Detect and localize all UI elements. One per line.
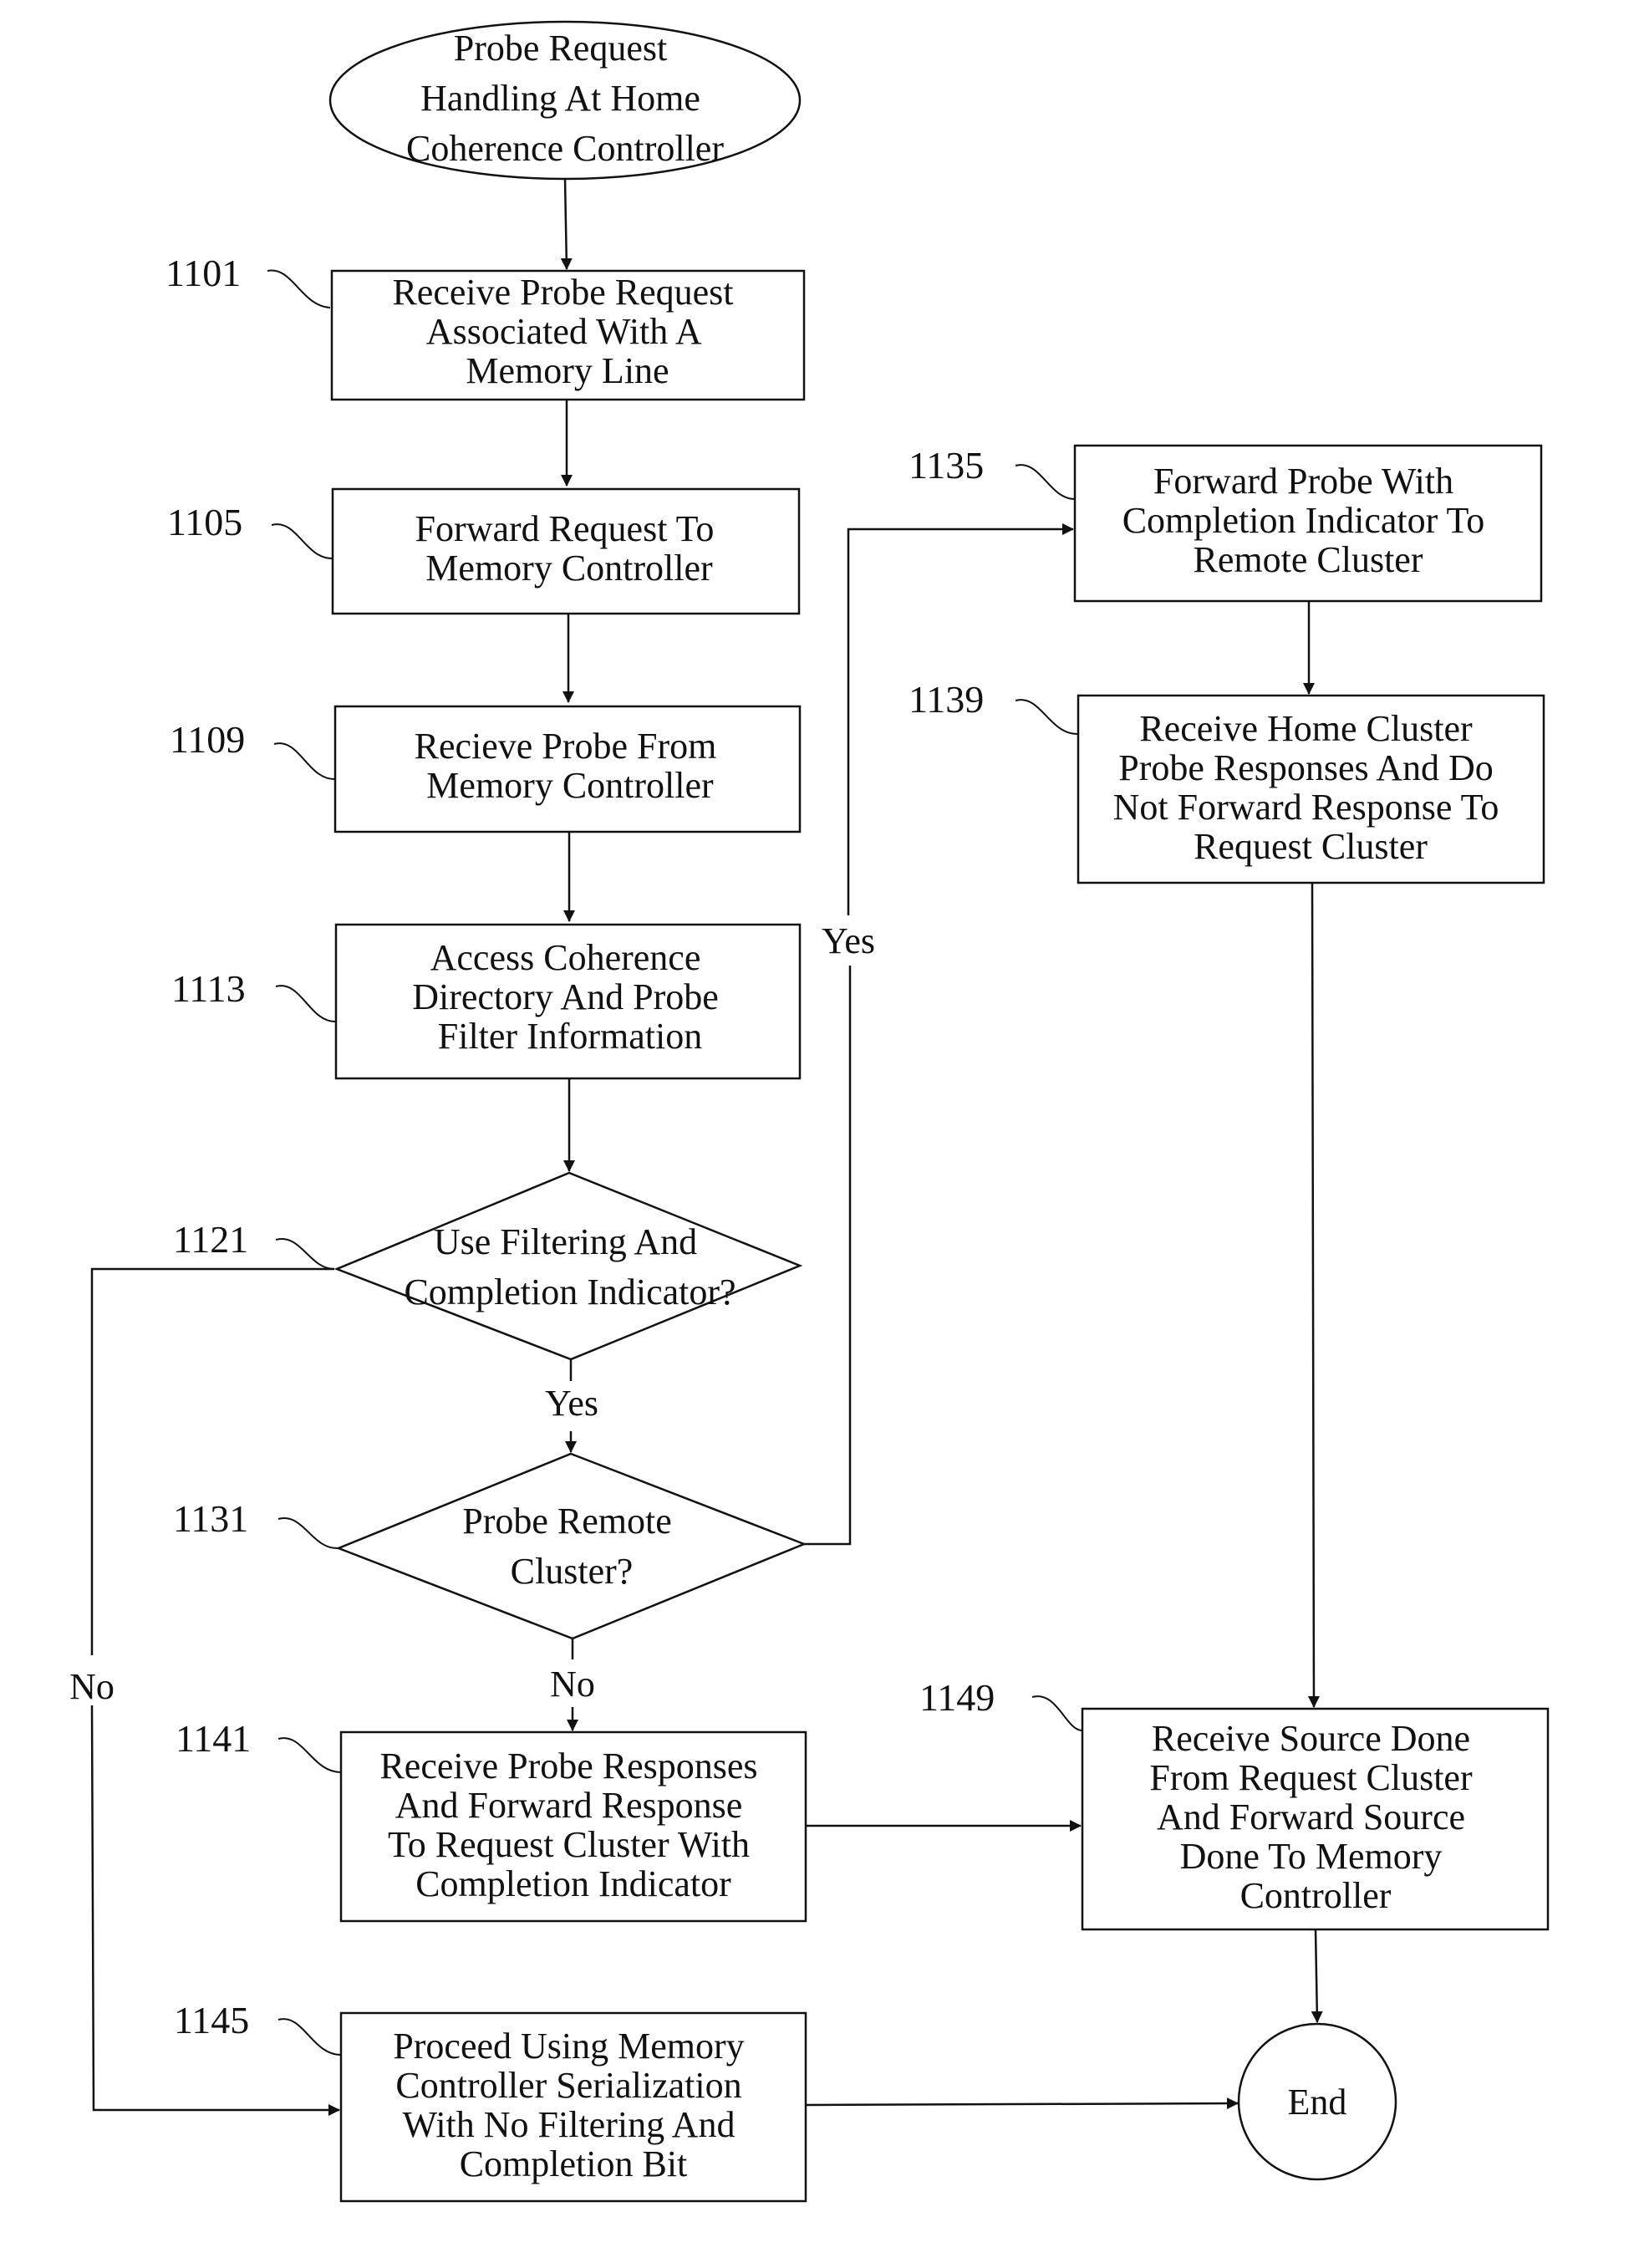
start-label-line: Coherence Controller [406, 128, 724, 169]
step-label-line: Not Forward Response To [1113, 787, 1499, 828]
step-label-line: And Forward Source [1157, 1797, 1465, 1837]
flowchart-canvas: Probe Request Handling At Home Coherence… [69, 20, 1550, 2203]
step-1109-leader [273, 742, 335, 780]
decision-1131-diamond [335, 1452, 807, 1640]
step-1105-label: Forward Request To Memory Controller [415, 508, 724, 589]
start-label-line: Handling At Home [420, 78, 700, 119]
step-1101-ref: 1101 [165, 252, 241, 294]
step-label-line: Access Coherence [430, 937, 701, 978]
start-node: Probe Request Handling At Home Coherence… [328, 20, 802, 181]
step-label-line: Probe Responses And Do [1118, 747, 1494, 788]
step-1113-label: Access Coherence Directory And Probe Fil… [412, 937, 728, 1057]
edge-1149-end [1311, 1929, 1323, 2023]
step-1135-leader [1015, 464, 1076, 500]
step-1145: Proceed Using Memory Controller Serializ… [174, 1999, 807, 2203]
edge-1145-end [805, 2097, 1239, 2110]
step-1135: Forward Probe With Completion Indicator … [909, 444, 1543, 603]
step-label-line: Memory Controller [425, 548, 713, 589]
edge-1139-1149 [1307, 882, 1320, 1708]
step-label-line: Controller [1240, 1875, 1392, 1916]
step-label-line: And Forward Response [395, 1785, 743, 1826]
step-1109-ref: 1109 [170, 718, 245, 761]
decision-1131-leader [277, 1517, 339, 1550]
step-1141: Receive Probe Responses And Forward Resp… [176, 1717, 807, 1923]
step-label-line: To Request Cluster With [388, 1824, 750, 1865]
step-label-line: Filter Information [438, 1016, 703, 1057]
step-label-line: Recieve Probe From [415, 726, 717, 767]
edge-1131-1135 [847, 523, 1074, 915]
step-label-line: Memory Line [466, 350, 669, 391]
step-label-line: Completion Bit [460, 2143, 688, 2184]
edge-label-1121-yes: Yes [545, 1383, 598, 1424]
step-1113-ref: 1113 [171, 967, 246, 1010]
step-1139: Receive Home Cluster Probe Responses And… [909, 678, 1545, 884]
step-1149-ref: 1149 [919, 1676, 995, 1719]
edge-label-1121-no: No [69, 1666, 115, 1707]
step-label-line: Receive Home Cluster [1139, 708, 1473, 749]
step-label-line: Forward Probe With [1153, 461, 1453, 502]
decision-1121-ref: 1121 [173, 1218, 248, 1261]
decision-label-line: Use Filtering And [434, 1221, 697, 1262]
step-1145-leader [277, 2018, 342, 2056]
edge-1121-1145 [90, 1705, 340, 2116]
step-1101-leader [267, 269, 331, 308]
step-1113-leader [275, 985, 336, 1022]
step-label-line: Memory Controller [426, 765, 714, 806]
decision-label-line: Completion Indicator? [404, 1272, 736, 1312]
step-label-line: Request Cluster [1194, 826, 1428, 867]
edge-1131-yes-lower [804, 966, 852, 1546]
edge-start-1101 [560, 178, 573, 270]
step-label-line: Completion Indicator [415, 1863, 731, 1904]
step-1105-ref: 1105 [167, 501, 242, 543]
decision-1121-leader [275, 1238, 335, 1270]
step-1149-leader [1031, 1695, 1083, 1731]
decision-1131: Probe Remote Cluster? 1131 [173, 1452, 807, 1640]
step-label-line: Completion Indicator To [1122, 500, 1485, 541]
edge-label-1131-yes: Yes [822, 920, 875, 961]
step-1145-ref: 1145 [174, 1999, 249, 2041]
decision-1131-ref: 1131 [173, 1497, 248, 1540]
edge-label-1131-no: No [550, 1664, 595, 1705]
edge-1121-no-upper [90, 1267, 334, 1655]
step-label-line: With No Filtering And [403, 2104, 736, 2145]
step-1141-label: Receive Probe Responses And Forward Resp… [379, 1746, 766, 1904]
step-label-line: Receive Probe Responses [379, 1746, 757, 1786]
step-1149: Receive Source Done From Request Cluster… [919, 1676, 1550, 1931]
step-1101: Receive Probe Request Associated With A … [165, 252, 806, 401]
step-1113: Access Coherence Directory And Probe Fil… [171, 923, 802, 1080]
step-1105: Forward Request To Memory Controller 110… [167, 487, 801, 615]
decision-label-line: Probe Remote [462, 1501, 672, 1542]
decision-1121: Use Filtering And Completion Indicator? … [173, 1171, 803, 1361]
step-1109-label: Recieve Probe From Memory Controller [415, 726, 726, 806]
step-label-line: Done To Memory [1180, 1836, 1443, 1877]
step-label-line: Receive Source Done [1152, 1718, 1470, 1759]
step-1139-leader [1015, 699, 1078, 735]
step-label-line: Proceed Using Memory [393, 2026, 744, 2067]
decision-label-line: Cluster? [511, 1551, 634, 1592]
step-1141-leader [277, 1737, 342, 1773]
step-1141-ref: 1141 [176, 1717, 251, 1760]
end-node: End [1237, 2022, 1397, 2181]
step-label-line: From Request Cluster [1149, 1757, 1473, 1798]
step-1105-leader [271, 523, 333, 559]
step-label-line: Receive Probe Request [392, 272, 733, 313]
start-label-line: Probe Request [454, 28, 667, 69]
step-1139-ref: 1139 [909, 678, 984, 721]
step-label-line: Forward Request To [415, 508, 715, 549]
step-1109: Recieve Probe From Memory Controller 110… [170, 705, 802, 833]
step-1135-ref: 1135 [909, 444, 984, 487]
end-label: End [1288, 2082, 1347, 2123]
step-label-line: Directory And Probe [412, 976, 719, 1017]
step-label-line: Remote Cluster [1194, 539, 1423, 580]
step-label-line: Controller Serialization [395, 2065, 741, 2106]
decision-1121-diamond [333, 1171, 803, 1361]
step-label-line: Associated With A [426, 311, 702, 352]
